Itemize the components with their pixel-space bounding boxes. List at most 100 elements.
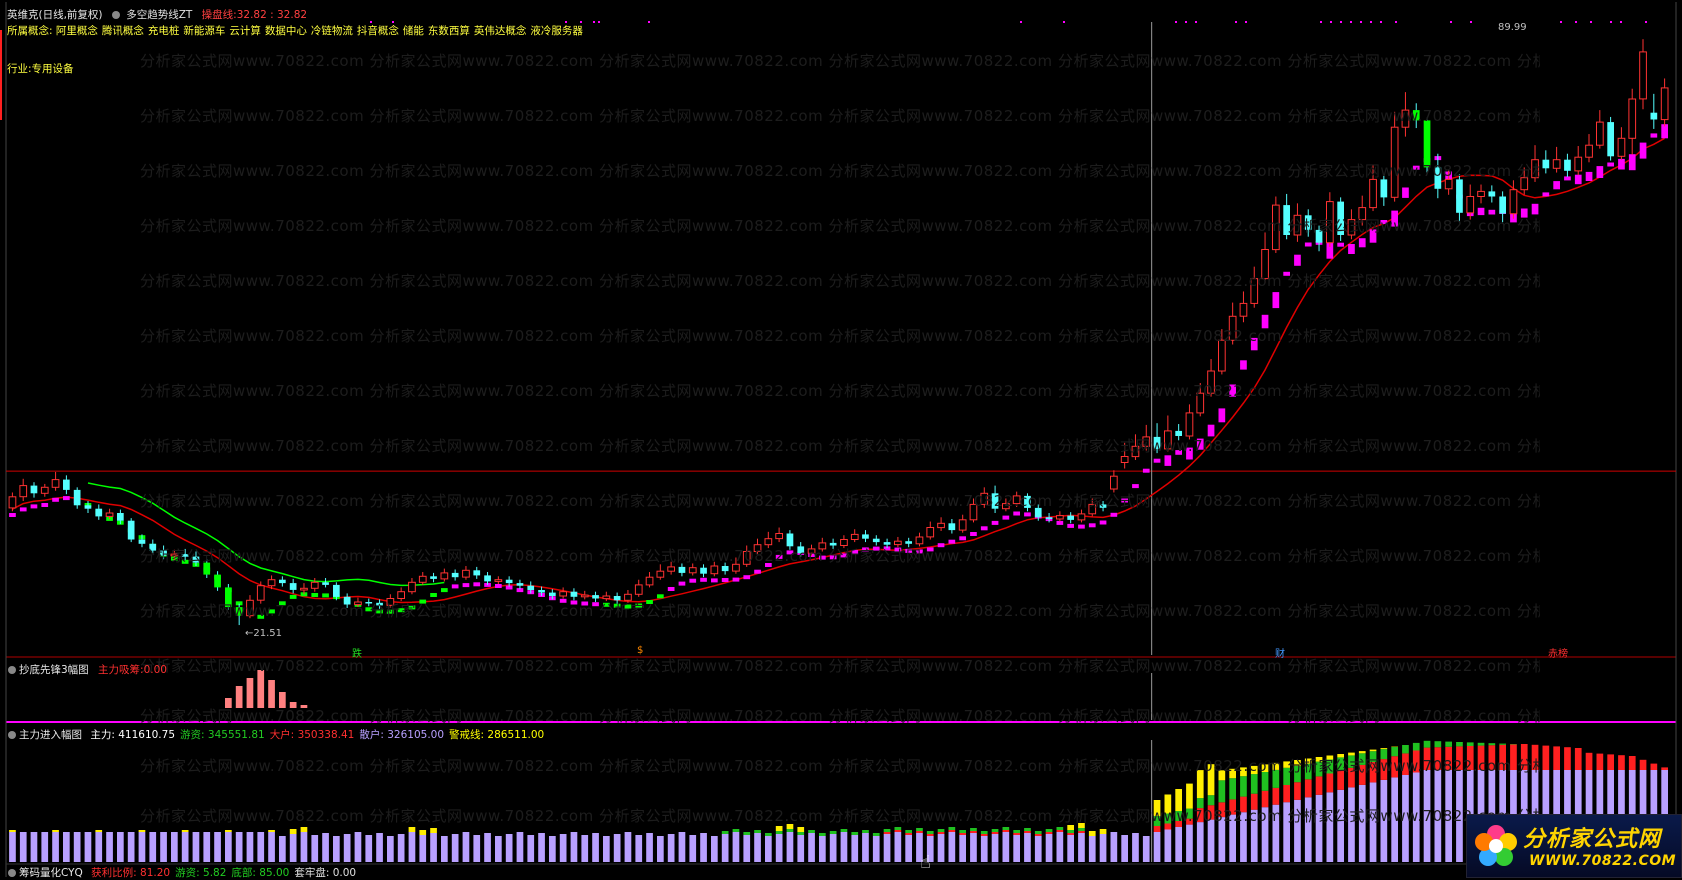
candle-body xyxy=(938,523,945,527)
concept-item[interactable]: 储能 xyxy=(403,25,424,37)
pane3-bar-retail xyxy=(1305,797,1312,862)
pane3-bar-retail xyxy=(484,833,491,862)
candle-body xyxy=(1003,504,1010,509)
stock-title[interactable]: 英维克(日线,前复权) xyxy=(7,9,103,21)
pane2-bar xyxy=(268,680,275,708)
pane3-bar-hot xyxy=(1208,795,1215,805)
pane3-bar-retail xyxy=(1208,820,1215,862)
pane3-bar-retail xyxy=(635,835,642,862)
trend-marker xyxy=(20,507,27,511)
candle-body xyxy=(1564,160,1571,171)
concept-item[interactable]: 数据中心 xyxy=(265,25,307,37)
candle-body xyxy=(1510,190,1517,214)
pane3-item-label: 警戒线: xyxy=(449,729,484,741)
pane3-bar-retail xyxy=(290,834,297,862)
signal-dot xyxy=(1330,21,1332,23)
pane3-bar-retail xyxy=(355,832,362,862)
pane3-bar-hot xyxy=(1489,743,1496,745)
pane3-bar-hot xyxy=(1294,766,1301,782)
pane4-dot-icon[interactable] xyxy=(8,869,16,877)
pane3-item-label: 游资: xyxy=(180,729,205,741)
candle-body xyxy=(1575,157,1582,171)
trend-marker xyxy=(646,600,653,604)
pane3-bar-retail xyxy=(506,834,513,862)
candle-body xyxy=(214,575,221,588)
candle-body xyxy=(1456,179,1463,212)
pane3-bar-large xyxy=(1067,833,1074,835)
pane3-bar-warn xyxy=(52,830,59,832)
concept-item[interactable]: 腾讯概念 xyxy=(102,25,144,37)
concept-item[interactable]: 阿里概念 xyxy=(56,25,98,37)
candle-body xyxy=(1607,122,1614,156)
candle-body xyxy=(355,602,362,605)
pane3-bar-large xyxy=(1186,819,1193,825)
trend-marker xyxy=(722,578,729,582)
pane2-title[interactable]: 抄底先锋3幅图 xyxy=(19,664,89,676)
signal-label: 赤榜 xyxy=(1548,645,1568,660)
candle-body xyxy=(743,552,750,565)
pane4-title[interactable]: 筹码量化CYQ xyxy=(19,867,83,879)
candle-body xyxy=(149,544,156,551)
candle-body xyxy=(797,546,804,553)
trend-marker xyxy=(711,578,718,582)
candle-body xyxy=(776,534,783,539)
ma-line xyxy=(12,138,1664,602)
pane3-bar-retail xyxy=(1273,805,1280,862)
pane3-bar-large xyxy=(1478,746,1485,770)
concept-item[interactable]: 英伟达概念 xyxy=(474,25,527,37)
pane3-bar-warn xyxy=(1262,764,1269,772)
signal-dot xyxy=(1360,21,1362,23)
candle-body xyxy=(862,534,869,538)
concept-item[interactable]: 液冷服务器 xyxy=(530,25,583,37)
candle-body xyxy=(808,549,815,553)
trend-marker xyxy=(1186,448,1193,460)
pane3-bar-large xyxy=(1543,746,1550,770)
trend-marker xyxy=(905,549,912,553)
concept-item[interactable]: 新能源车 xyxy=(183,25,225,37)
concept-item[interactable]: 云计算 xyxy=(229,25,261,37)
pane3-bar-large xyxy=(1305,779,1312,797)
pane3-bar-large xyxy=(905,833,912,835)
candle-body xyxy=(1543,160,1550,169)
pane3-bar-hot xyxy=(905,830,912,833)
chart-canvas[interactable] xyxy=(0,0,1682,877)
candle-body xyxy=(1175,431,1182,436)
pane2-dot-icon[interactable] xyxy=(8,666,16,674)
logo-url[interactable]: WWW.70822.COM xyxy=(1529,853,1676,869)
trend-marker xyxy=(657,594,664,598)
trend-marker xyxy=(765,563,772,567)
candle-body xyxy=(1597,122,1604,145)
trend-marker xyxy=(1359,238,1366,247)
pane3-bar-retail xyxy=(1121,835,1128,862)
candle-body xyxy=(85,505,92,508)
trend-marker xyxy=(1273,292,1280,308)
trend-marker xyxy=(1067,524,1074,528)
pane3-bar-large xyxy=(1435,747,1442,770)
pane3-bar-hot xyxy=(1057,827,1064,830)
candle-body xyxy=(9,497,16,508)
pane3-bar-hot xyxy=(1370,751,1377,762)
candle-body xyxy=(1661,88,1668,120)
pane2-bar xyxy=(236,686,243,708)
pane3-bar-retail xyxy=(581,835,588,862)
pane3-bar-retail xyxy=(830,834,837,862)
pane3-title[interactable]: 主力进入幅图 xyxy=(19,729,82,741)
candle-body xyxy=(301,588,308,590)
pane3-item-value: 350338.41 xyxy=(294,729,354,741)
concept-item[interactable]: 充电桩 xyxy=(148,25,180,37)
pane3-bar-hot xyxy=(851,832,858,835)
signal-label: $ xyxy=(637,645,643,656)
candle-body xyxy=(1586,145,1593,157)
concept-item[interactable]: 抖音概念 xyxy=(357,25,399,37)
pane3-bar-warn xyxy=(419,830,426,835)
indicator-name[interactable]: 多空趋势线ZT xyxy=(126,9,192,21)
pane3-dot-icon[interactable] xyxy=(8,731,16,739)
pane3-bar-hot xyxy=(776,831,783,834)
candle-body xyxy=(484,575,491,581)
pane3-bar-retail xyxy=(376,833,383,862)
concept-item[interactable]: 冷链物流 xyxy=(311,25,353,37)
concept-item[interactable]: 东数西算 xyxy=(428,25,470,37)
trend-marker xyxy=(376,609,383,613)
signal-dot xyxy=(565,21,567,23)
pane3-bar-retail xyxy=(74,832,81,862)
